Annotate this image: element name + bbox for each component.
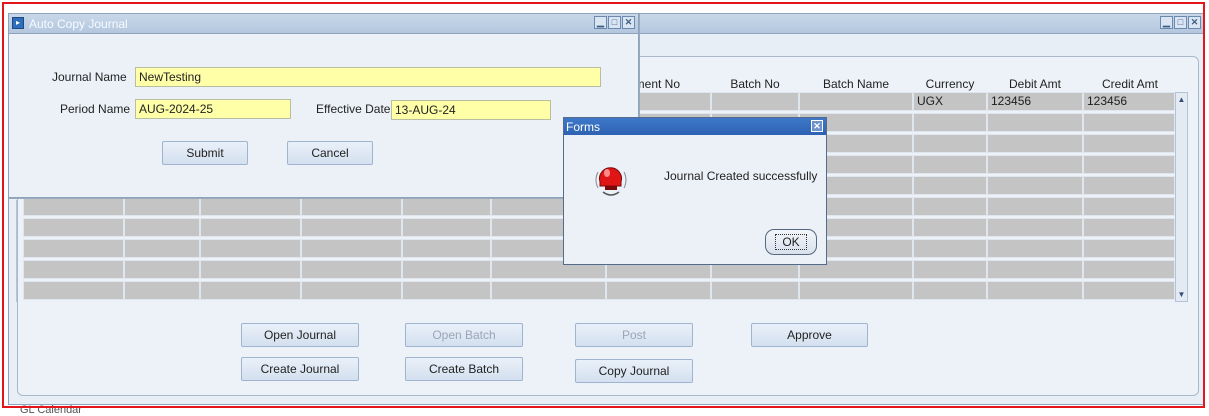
- highlight-frame: [2, 2, 1205, 408]
